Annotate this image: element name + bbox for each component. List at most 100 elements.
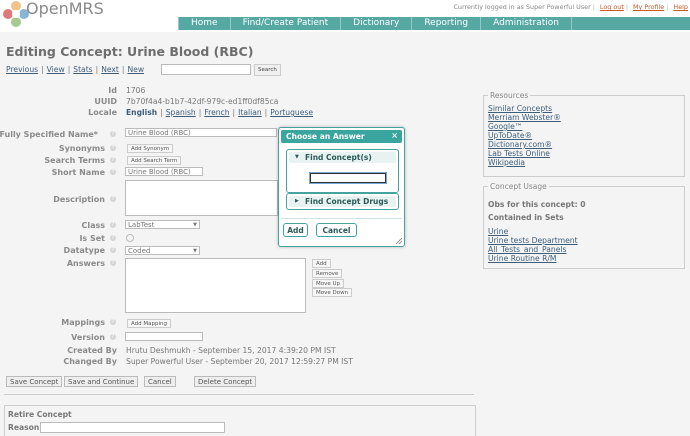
find-drugs-header[interactable]: ▶ Find Concept Drugs	[289, 196, 396, 207]
triangle-down-icon: ▼	[295, 154, 299, 160]
google-link[interactable]: Google™	[488, 122, 561, 131]
datatype-label: Datatype	[63, 246, 105, 255]
move-down-button[interactable]: Move Down	[312, 288, 353, 297]
locale-portuguese[interactable]: Portuguese	[270, 108, 313, 117]
view-link[interactable]: View	[47, 65, 65, 74]
set-link-all-tests-panels[interactable]: All_Tests_and_Panels	[488, 245, 578, 254]
next-link[interactable]: Next	[101, 65, 119, 74]
set-link-urine-tests-department[interactable]: Urine tests Department	[488, 236, 578, 245]
help-icon[interactable]: ?	[110, 247, 116, 253]
nav-dictionary[interactable]: Dictionary	[341, 17, 413, 30]
locale-english[interactable]: English	[126, 108, 157, 117]
add-search-term-button[interactable]: Add Search Term	[127, 156, 182, 165]
cancel-button[interactable]: Cancel	[144, 376, 176, 387]
nav-find-create-patient[interactable]: Find/Create Patient	[231, 17, 342, 30]
dialog-cancel-button[interactable]: Cancel	[316, 223, 357, 237]
dialog-add-button[interactable]: Add	[283, 223, 308, 237]
merriam-webster-link[interactable]: Merriam Webster®	[488, 113, 561, 122]
concept-subnav: Previous | View | Stats | Next | New	[6, 65, 145, 74]
nav-administration[interactable]: Administration	[481, 17, 572, 30]
divider	[4, 394, 474, 395]
previous-link[interactable]: Previous	[6, 65, 38, 74]
help-icon[interactable]: ?	[110, 235, 116, 241]
search-terms-label: Search Terms	[44, 156, 105, 165]
locale-label: Locale	[88, 108, 117, 117]
close-icon[interactable]: ×	[391, 130, 398, 142]
add-mapping-button[interactable]: Add Mapping	[127, 319, 171, 328]
find-concept-input[interactable]	[309, 172, 387, 184]
locale-italian[interactable]: Italian	[238, 108, 262, 117]
page-title: Editing Concept: Urine Blood (RBC)	[6, 44, 254, 59]
concept-search-input[interactable]	[161, 64, 251, 75]
locale-spanish[interactable]: Spanish	[166, 108, 196, 117]
add-synonym-button[interactable]: Add Synonym	[127, 144, 174, 153]
main-nav: Home Find/Create Patient Dictionary Repo…	[178, 17, 690, 30]
chevron-down-icon: ▼	[193, 248, 197, 254]
help-icon[interactable]: ?	[110, 131, 116, 137]
add-answer-button[interactable]: Add	[312, 259, 331, 268]
set-link-urine-routine[interactable]: Urine Routine R/M	[488, 254, 578, 263]
similar-concepts-link[interactable]: Similar Concepts	[488, 104, 561, 113]
locale-french[interactable]: French	[204, 108, 229, 117]
search-button[interactable]: Search	[254, 64, 281, 76]
help-icon[interactable]: ?	[110, 145, 116, 151]
help-icon[interactable]: ?	[110, 334, 116, 340]
save-continue-button[interactable]: Save and Continue	[64, 376, 139, 387]
retire-section: Retire Concept Reason	[4, 405, 476, 436]
datatype-select-value: Coded	[128, 247, 151, 255]
datatype-select[interactable]: Coded ▼	[125, 246, 200, 255]
triangle-right-icon: ▶	[295, 198, 299, 204]
is-set-label: Is Set	[79, 234, 105, 243]
mappings-label: Mappings	[61, 318, 105, 327]
answers-label: Answers	[66, 259, 105, 268]
help-icon[interactable]: ?	[110, 319, 116, 325]
help-icon[interactable]: ?	[110, 169, 116, 175]
nav-reporting[interactable]: Reporting	[412, 17, 482, 30]
help-icon[interactable]: ?	[110, 196, 116, 202]
help-icon[interactable]: ?	[110, 222, 116, 228]
brand-name: OpenMRS	[26, 0, 104, 18]
is-set-checkbox[interactable]	[126, 234, 134, 242]
remove-answer-button[interactable]: Remove	[312, 269, 343, 278]
find-concepts-header[interactable]: ▼ Find Concept(s)	[289, 152, 396, 163]
retire-reason-input[interactable]	[40, 422, 225, 433]
dictionary-com-link[interactable]: Dictionary.com®	[488, 140, 561, 149]
help-icon[interactable]: ?	[110, 260, 116, 266]
uuid-label: UUID	[94, 97, 117, 106]
dialog-titlebar[interactable]: Choose an Answer ×	[281, 130, 402, 143]
retire-title: Retire Concept	[8, 410, 72, 419]
uptodate-link[interactable]: UpToDate®	[488, 131, 561, 140]
move-up-button[interactable]: Move Up	[312, 279, 345, 288]
changed-by-value: Super Powerful User - September 20, 2017…	[126, 357, 353, 366]
help-icon[interactable]: ?	[110, 157, 116, 163]
resize-grip-icon[interactable]	[396, 238, 402, 244]
stats-link[interactable]: Stats	[73, 65, 92, 74]
logout-link[interactable]: Log out	[600, 3, 624, 11]
new-link[interactable]: New	[127, 65, 144, 74]
dialog-title: Choose an Answer	[286, 132, 365, 141]
id-value: 1706	[126, 86, 146, 95]
help-link[interactable]: Help	[673, 3, 688, 11]
dialog-divider	[281, 218, 402, 219]
class-select[interactable]: LabTest ▼	[125, 220, 200, 229]
choose-answer-dialog: Choose an Answer × ▼ Find Concept(s) ▶ F…	[278, 127, 405, 247]
concept-usage-title: Concept Usage	[488, 182, 549, 191]
short-name-input[interactable]: Urine Blood (RBC)	[125, 167, 203, 176]
answers-list[interactable]	[125, 258, 306, 313]
wikipedia-link[interactable]: Wikipedia	[488, 158, 561, 167]
find-concepts-label: Find Concept(s)	[305, 153, 372, 162]
nav-home[interactable]: Home	[178, 17, 231, 30]
fully-specified-name-input[interactable]: Urine Blood (RBC)	[125, 128, 277, 137]
delete-concept-button[interactable]: Delete Concept	[194, 376, 257, 387]
description-label: Description	[53, 195, 105, 204]
set-link-urine[interactable]: Urine	[488, 227, 578, 236]
save-concept-button[interactable]: Save Concept	[6, 376, 63, 387]
logged-in-text: Currently logged in as Super Powerful Us…	[453, 3, 591, 11]
description-textarea[interactable]	[125, 180, 278, 216]
changed-by-label: Changed By	[63, 357, 117, 366]
my-profile-link[interactable]: My Profile	[633, 3, 664, 11]
user-bar: Currently logged in as Super Powerful Us…	[453, 3, 688, 11]
version-input[interactable]	[125, 332, 203, 341]
short-name-label: Short Name	[51, 168, 105, 177]
lab-tests-online-link[interactable]: Lab Tests Online	[488, 149, 561, 158]
